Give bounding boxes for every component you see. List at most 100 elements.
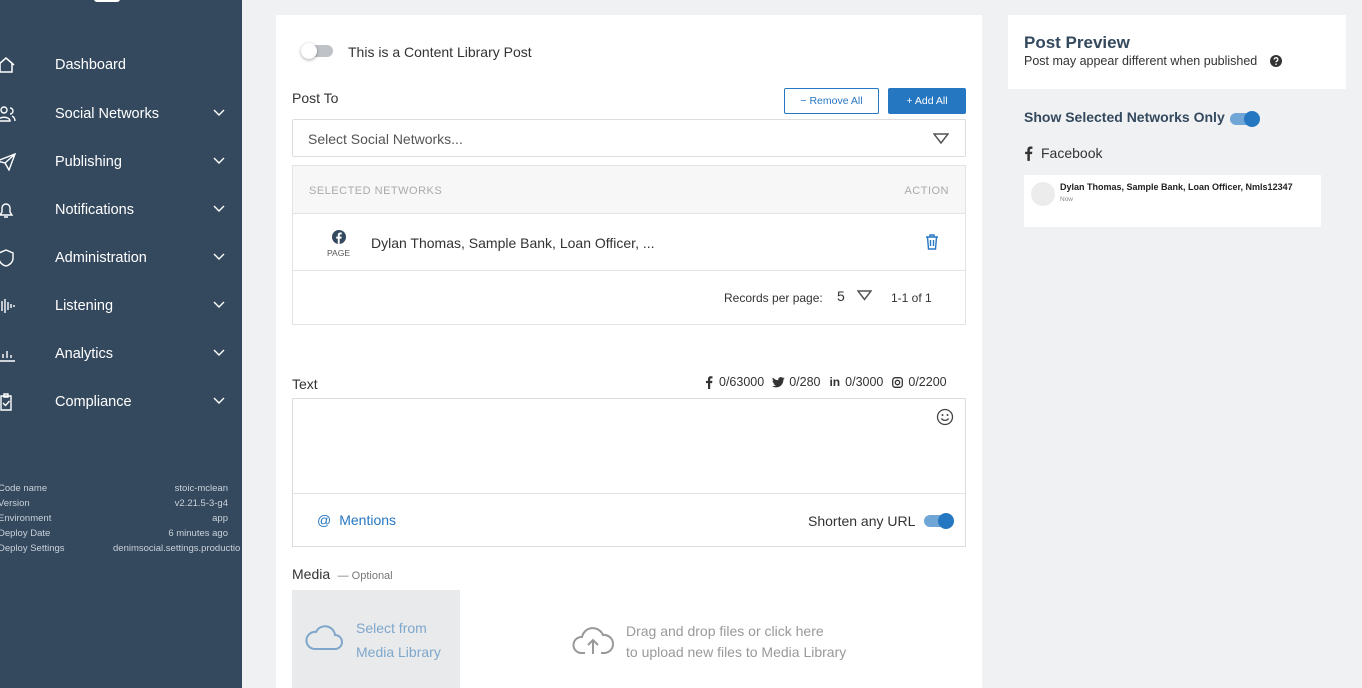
text-label: Text [292,376,318,392]
facebook-post-preview: Dylan Thomas, Sample Bank, Loan Officer,… [1024,175,1321,227]
social-networks-select[interactable]: Select Social Networks... [292,119,966,157]
logo-icon [94,0,120,2]
post-text-input[interactable]: @ Mentions Shorten any URL [292,398,966,547]
media-label: Media [292,566,331,582]
clipboard-check-icon [0,393,12,411]
cloud-upload-icon [572,627,614,654]
post-preview-header: Post Preview Post may appear different w… [1008,15,1346,89]
post-preview-title: Post Preview [1024,33,1130,52]
select-media-line1: Select from [356,620,427,636]
table-row: PAGE Dylan Thomas, Sample Bank, Loan Off… [293,214,965,271]
network-type-label: PAGE [327,248,350,258]
sidebar-item-notifications[interactable]: Notifications [0,190,242,230]
sidebar-item-label: Listening [55,298,114,314]
triangle-down-icon [933,133,949,145]
triangle-down-icon [857,290,872,301]
trash-icon[interactable] [925,234,939,250]
facebook-icon [332,230,346,244]
at-icon: @ [317,512,332,528]
meta-value: stoic-mclean [174,483,228,494]
sidebar-item-social-networks[interactable]: Social Networks [0,94,242,134]
sidebar-item-label: Notifications [55,202,134,218]
chevron-down-icon [213,205,225,212]
media-heading: Media — Optional [292,566,393,584]
sidebar-item-label: Compliance [55,394,132,410]
facebook-icon [1025,146,1033,161]
bar-chart-icon [0,351,15,362]
composer-card: This is a Content Library Post Post To −… [276,15,982,688]
text-toolbar: @ Mentions Shorten any URL [293,493,965,546]
select-media-line2: Media Library [356,644,441,660]
sidebar-item-publishing[interactable]: Publishing [0,142,242,182]
linkedin-icon: in [829,375,841,389]
sidebar-item-label: Administration [55,250,147,266]
shorten-url-label: Shorten any URL [808,513,916,529]
content-library-toggle[interactable] [301,43,335,59]
sidebar-item-listening[interactable]: Listening [0,286,242,326]
home-icon [0,57,15,73]
chevron-down-icon [213,397,225,404]
chevron-down-icon [213,253,225,260]
sidebar-item-administration[interactable]: Administration [0,238,242,278]
records-per-page-label: Records per page: [724,291,823,305]
select-media-library-button[interactable]: Select from Media Library [292,590,460,688]
facebook-icon [706,375,713,389]
users-icon [0,106,16,122]
bell-icon [0,203,14,218]
mentions-label: Mentions [339,512,397,528]
meta-code-name: Code name stoic-mclean [0,483,242,498]
cloud-icon [305,625,343,650]
sidebar-item-compliance[interactable]: Compliance [0,382,242,422]
meta-value: app [212,513,228,524]
network-name: Dylan Thomas, Sample Bank, Loan Officer,… [371,235,655,251]
instagram-icon [892,376,904,388]
linkedin-count: 0/3000 [845,375,884,389]
meta-value: v2.21.5-3-g4 [174,498,228,509]
content-library-label: This is a Content Library Post [348,44,532,60]
waveform-icon [1,299,15,313]
table-header: SELECTED NETWORKS ACTION [293,166,965,214]
sidebar-item-label: Publishing [55,154,122,170]
sidebar: Dashboard Social Networks Publishing Not… [0,0,242,688]
mentions-button[interactable]: @ Mentions [317,512,396,528]
sidebar-item-analytics[interactable]: Analytics [0,334,242,374]
sidebar-item-label: Dashboard [55,57,126,73]
shield-icon [0,249,14,267]
meta-version: Version v2.21.5-3-g4 [0,498,242,513]
sidebar-item-label: Analytics [55,346,114,362]
preview-network-label: Facebook [1041,145,1103,161]
meta-deploy-date: Deploy Date 6 minutes ago [0,528,242,543]
chevron-down-icon [213,301,225,308]
preview-post-time: Now [1060,196,1074,203]
media-optional: — Optional [337,570,393,582]
preview-network-heading: Facebook [1024,145,1102,161]
media-dropzone[interactable]: Drag and drop files or click here to upl… [572,622,932,672]
shorten-url-toggle[interactable] [920,513,954,529]
avatar [1031,182,1055,206]
records-per-page-value: 5 [837,288,845,304]
sidebar-item-dashboard[interactable]: Dashboard [0,45,242,85]
facebook-count: 0/63000 [719,375,765,389]
meta-environment: Environment app [0,513,242,528]
records-per-page-select[interactable]: 5 [837,286,877,308]
preview-author-name: Dylan Thomas, Sample Bank, Loan Officer,… [1060,182,1293,192]
drop-line2: to upload new files to Media Library [626,644,847,660]
post-preview-subtitle: Post may appear different when published [1024,54,1258,68]
chevron-down-icon [213,109,225,116]
meta-key: Code name [0,483,48,494]
meta-key: Environment [0,513,52,524]
emoji-icon[interactable] [936,408,954,426]
meta-value: denimsocial.settings.productio [113,543,241,554]
meta-value: 6 minutes ago [168,528,228,539]
meta-key: Version [0,498,30,509]
remove-all-button[interactable]: − Remove All [784,88,879,114]
drop-line1: Drag and drop files or click here [626,623,824,639]
twitter-count: 0/280 [789,375,821,389]
add-all-button[interactable]: + Add All [888,88,966,114]
selected-networks-table: SELECTED NETWORKS ACTION PAGE Dylan Thom… [292,165,966,325]
header-selected-networks: SELECTED NETWORKS [309,185,443,197]
chevron-down-icon [213,349,225,356]
help-icon[interactable] [1270,55,1282,67]
show-selected-networks-toggle[interactable] [1226,111,1260,127]
show-selected-networks-label: Show Selected Networks Only [1024,109,1225,125]
